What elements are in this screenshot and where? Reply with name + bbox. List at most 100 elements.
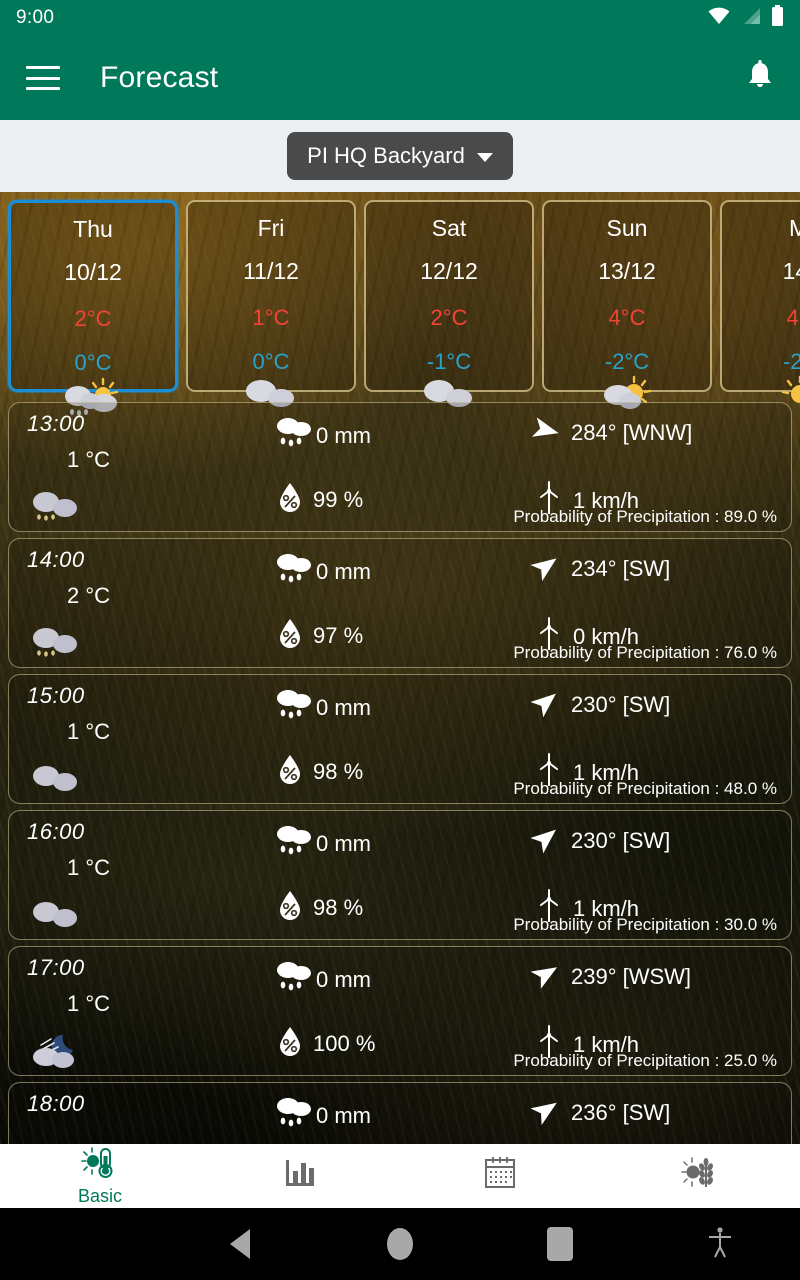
day-max-temp: 2°C xyxy=(430,305,468,330)
day-max-temp: 4°C xyxy=(608,305,646,330)
hourly-forecast-list: 13:00 1 °C 0 mm 99 % 284° [WNW] 1 km/h P… xyxy=(0,398,800,1144)
day-min-temp: 0°C xyxy=(252,349,290,374)
status-bar-icons xyxy=(707,4,784,32)
location-name: PI HQ Backyard xyxy=(307,143,465,168)
day-max-temp: 1°C xyxy=(252,305,290,330)
day-card[interactable]: Sat 12/12 2°C -1°C xyxy=(364,200,534,407)
hourly-row[interactable]: 14:00 2 °C 0 mm 97 % 234° [SW] 0 km/h Pr… xyxy=(8,538,792,668)
hourly-row[interactable]: 18:00 0 mm 236° [SW] xyxy=(8,1082,792,1144)
wind-direction-arrow-icon xyxy=(529,959,563,995)
hour-wind-direction-value: 230° [SW] xyxy=(571,692,671,717)
hour-precipitation: 0 mm xyxy=(274,1095,371,1137)
chevron-down-icon xyxy=(476,153,493,162)
recents-button[interactable] xyxy=(480,1227,640,1261)
hour-temperature: 2 °C xyxy=(67,583,111,608)
hour-temperature: 1 °C xyxy=(67,991,111,1016)
hourly-row[interactable]: 13:00 1 °C 0 mm 99 % 284° [WNW] 1 km/h P… xyxy=(8,402,792,532)
bottom-navigation: Basic xyxy=(0,1144,800,1208)
hour-precipitation: 0 mm xyxy=(274,415,371,457)
hour-time: 15:00 xyxy=(27,683,85,708)
cloudy-drizzle-icon xyxy=(29,487,85,530)
wind-direction-arrow-icon xyxy=(529,823,563,859)
status-bar-clock: 9:00 xyxy=(16,7,55,28)
hourly-row[interactable]: 17:00 1 °C 0 mm 100 % 239° [WSW] 1 km/h … xyxy=(8,946,792,1076)
hour-wind-direction: 236° [SW] xyxy=(529,1095,670,1131)
hour-precipitation-value: 0 mm xyxy=(316,559,371,584)
hour-wind-direction: 230° [SW] xyxy=(529,823,670,859)
day-card[interactable]: Fri 11/12 1°C 0°C xyxy=(186,200,356,407)
tab-basic[interactable]: Basic xyxy=(0,1146,200,1207)
hour-humidity: 98 % xyxy=(277,753,363,791)
hour-precip-probability: Probability of Precipitation : 25.0 % xyxy=(513,1051,777,1070)
wind-direction-arrow-icon xyxy=(529,1095,563,1131)
app-bar: Forecast xyxy=(0,36,800,120)
hour-temperature: 1 °C xyxy=(67,719,111,744)
hour-precipitation: 0 mm xyxy=(274,959,371,1001)
wind-direction-arrow-icon xyxy=(529,687,563,723)
page-title: Forecast xyxy=(100,61,219,94)
hour-precipitation: 0 mm xyxy=(274,687,371,729)
day-card-strip[interactable]: Thu 10/12 2°C 0°C Fri 11/12 1°C 0°C Sat … xyxy=(0,192,800,416)
agro-wheat-sun-icon xyxy=(679,1154,721,1197)
hour-wind-direction-value: 239° [WSW] xyxy=(571,964,692,989)
tab-basic-label: Basic xyxy=(77,1185,122,1206)
accessibility-button[interactable] xyxy=(640,1225,800,1264)
accessibility-icon xyxy=(706,1225,734,1264)
hour-precip-probability: Probability of Precipitation : 76.0 % xyxy=(513,643,777,662)
hour-wind-direction-value: 234° [SW] xyxy=(571,556,671,581)
hour-time: 16:00 xyxy=(27,819,85,844)
day-card[interactable]: Sun 13/12 4°C -2°C xyxy=(542,200,712,409)
location-selector[interactable]: PI HQ Backyard xyxy=(287,132,513,180)
battery-icon xyxy=(771,4,784,32)
day-date: 12/12 xyxy=(420,258,478,284)
hour-precip-probability: Probability of Precipitation : 48.0 % xyxy=(513,779,777,798)
day-min-temp: -2°C xyxy=(782,349,800,374)
tab-calendar[interactable] xyxy=(400,1154,600,1198)
hour-precipitation-value: 0 mm xyxy=(316,695,371,720)
hour-wind-direction: 239° [WSW] xyxy=(529,959,691,995)
rain-cloud-icon xyxy=(274,959,316,1001)
day-name: Sat xyxy=(431,215,467,241)
day-min-temp: -1°C xyxy=(426,349,472,374)
hourly-row[interactable]: 16:00 1 °C 0 mm 98 % 230° [SW] 1 km/h Pr… xyxy=(8,810,792,940)
rain-cloud-icon xyxy=(274,687,316,729)
hamburger-menu-icon[interactable] xyxy=(26,66,60,90)
cloudy-icon xyxy=(29,895,85,938)
wind-direction-arrow-icon xyxy=(529,551,563,587)
humidity-droplet-icon xyxy=(277,889,303,927)
hour-humidity-value: 98 % xyxy=(313,759,364,784)
location-strip: PI HQ Backyard xyxy=(0,120,800,192)
humidity-droplet-icon xyxy=(277,617,303,655)
forecast-scroll-area[interactable]: Thu 10/12 2°C 0°C Fri 11/12 1°C 0°C Sat … xyxy=(0,192,800,1144)
back-button[interactable] xyxy=(160,1229,320,1259)
hour-wind-direction-value: 284° [WNW] xyxy=(571,420,693,445)
hour-temperature: 1 °C xyxy=(67,447,111,472)
day-max-temp: 4°C xyxy=(786,305,800,330)
humidity-droplet-icon xyxy=(277,753,303,791)
back-triangle-icon xyxy=(230,1229,250,1259)
home-button[interactable] xyxy=(320,1228,480,1260)
hour-precip-probability: Probability of Precipitation : 30.0 % xyxy=(513,915,777,934)
hourly-row[interactable]: 15:00 1 °C 0 mm 98 % 230° [SW] 1 km/h Pr… xyxy=(8,674,792,804)
hour-humidity-value: 100 % xyxy=(313,1031,376,1056)
cell-signal-icon xyxy=(740,6,762,31)
day-name: Mo xyxy=(789,215,800,241)
tab-agro[interactable] xyxy=(600,1154,800,1198)
hour-time: 18:00 xyxy=(27,1091,85,1116)
hour-time: 14:00 xyxy=(27,547,85,572)
cloudy-icon xyxy=(29,759,85,802)
home-circle-icon xyxy=(387,1228,413,1260)
rain-cloud-icon xyxy=(274,823,316,865)
thermometer-sun-icon xyxy=(80,1146,120,1185)
bar-chart-icon xyxy=(280,1154,320,1197)
humidity-droplet-icon xyxy=(277,481,303,519)
hour-wind-direction: 284° [WNW] xyxy=(529,415,692,451)
hour-wind-direction: 234° [SW] xyxy=(529,551,670,587)
tab-chart[interactable] xyxy=(200,1154,400,1198)
bell-icon[interactable] xyxy=(742,58,778,98)
day-card[interactable]: Mo 14/1 4°C -2°C xyxy=(720,200,800,403)
hour-precipitation-value: 0 mm xyxy=(316,831,371,856)
hour-humidity: 98 % xyxy=(277,889,363,927)
day-card[interactable]: Thu 10/12 2°C 0°C xyxy=(8,200,178,416)
system-navigation-bar xyxy=(0,1208,800,1280)
